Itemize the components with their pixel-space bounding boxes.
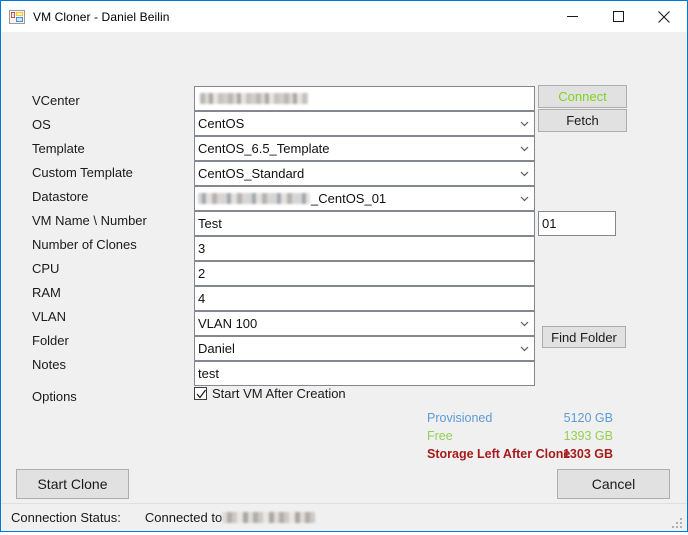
custom-template-combobox[interactable]: CentOS_Standard xyxy=(194,161,535,186)
cancel-button[interactable]: Cancel xyxy=(557,469,670,499)
redacted-vcenter-value xyxy=(200,93,308,104)
label-folder: Folder xyxy=(32,333,69,348)
label-vm-name-number: VM Name \ Number xyxy=(32,213,147,228)
label-number-of-clones: Number of Clones xyxy=(32,237,137,252)
start-clone-button[interactable]: Start Clone xyxy=(16,469,129,499)
storage-left-after-clone-value: 1303 GB xyxy=(562,447,613,461)
os-combobox[interactable]: CentOS xyxy=(194,111,535,136)
label-os: OS xyxy=(32,117,51,132)
checkbox-icon[interactable] xyxy=(194,387,207,400)
label-cpu: CPU xyxy=(32,261,60,276)
maximize-button[interactable] xyxy=(595,1,641,32)
folder-value: Daniel xyxy=(198,341,235,356)
title-bar[interactable]: VM Cloner - Daniel Beilin xyxy=(1,1,687,32)
redacted-host-value xyxy=(222,512,316,523)
storage-free-label: Free xyxy=(427,429,453,443)
vcenter-input[interactable] xyxy=(194,86,535,111)
label-custom-template: Custom Template xyxy=(32,165,133,180)
form-area: VCenter OS Template Custom Template Data… xyxy=(1,32,687,503)
connection-status-value: Connected to xyxy=(144,510,316,525)
datastore-value: _CentOS_01 xyxy=(311,191,387,206)
start-vm-checkbox-row[interactable]: Start VM After Creation xyxy=(194,386,346,401)
storage-provisioned-value: 5120 GB xyxy=(563,411,613,425)
vm-number-input[interactable]: 01 xyxy=(538,211,616,236)
custom-template-value: CentOS_Standard xyxy=(198,166,305,181)
app-icon xyxy=(9,9,25,25)
label-template: Template xyxy=(32,141,85,156)
chevron-down-icon xyxy=(520,169,529,178)
datastore-combobox[interactable]: _CentOS_01 xyxy=(194,186,535,211)
os-value: CentOS xyxy=(198,116,245,131)
label-ram: RAM xyxy=(32,285,61,300)
close-button[interactable] xyxy=(641,1,687,32)
label-datastore: Datastore xyxy=(32,189,89,204)
label-vlan: VLAN xyxy=(32,309,66,324)
template-value: CentOS_6.5_Template xyxy=(198,141,330,156)
vlan-combobox[interactable]: VLAN 100 xyxy=(194,311,535,336)
chevron-down-icon xyxy=(520,119,529,128)
template-combobox[interactable]: CentOS_6.5_Template xyxy=(194,136,535,161)
notes-input[interactable]: test xyxy=(194,361,535,386)
chevron-down-icon xyxy=(520,344,529,353)
connection-status-label: Connection Status: xyxy=(11,510,121,525)
window-title: VM Cloner - Daniel Beilin xyxy=(33,9,170,24)
resize-grip-icon[interactable] xyxy=(672,517,684,529)
chevron-down-icon xyxy=(520,319,529,328)
window-controls xyxy=(549,1,687,32)
cpu-input[interactable]: 2 xyxy=(194,261,535,286)
find-folder-button[interactable]: Find Folder xyxy=(542,326,626,348)
status-bar: Connection Status: Connected to xyxy=(1,503,687,531)
start-vm-checkbox-label: Start VM After Creation xyxy=(212,386,346,401)
storage-free-value: 1393 GB xyxy=(563,429,613,443)
ram-input[interactable]: 4 xyxy=(194,286,535,311)
fetch-button[interactable]: Fetch xyxy=(538,109,627,132)
vm-cloner-window: VM Cloner - Daniel Beilin VCenter OS Tem… xyxy=(0,0,688,532)
storage-provisioned-label: Provisioned xyxy=(427,411,493,425)
number-of-clones-input[interactable]: 3 xyxy=(194,236,535,261)
options-label: Options xyxy=(32,389,77,404)
folder-combobox[interactable]: Daniel xyxy=(194,336,535,361)
vm-name-input[interactable]: Test xyxy=(194,211,535,236)
vlan-value: VLAN 100 xyxy=(198,316,258,331)
minimize-button[interactable] xyxy=(549,1,595,32)
chevron-down-icon xyxy=(520,194,529,203)
chevron-down-icon xyxy=(520,144,529,153)
connect-button[interactable]: Connect xyxy=(538,85,627,108)
redacted-datastore-prefix xyxy=(198,193,310,204)
label-notes: Notes xyxy=(32,357,66,372)
label-vcenter: VCenter xyxy=(32,93,80,108)
connection-status-prefix: Connected to xyxy=(144,510,223,525)
